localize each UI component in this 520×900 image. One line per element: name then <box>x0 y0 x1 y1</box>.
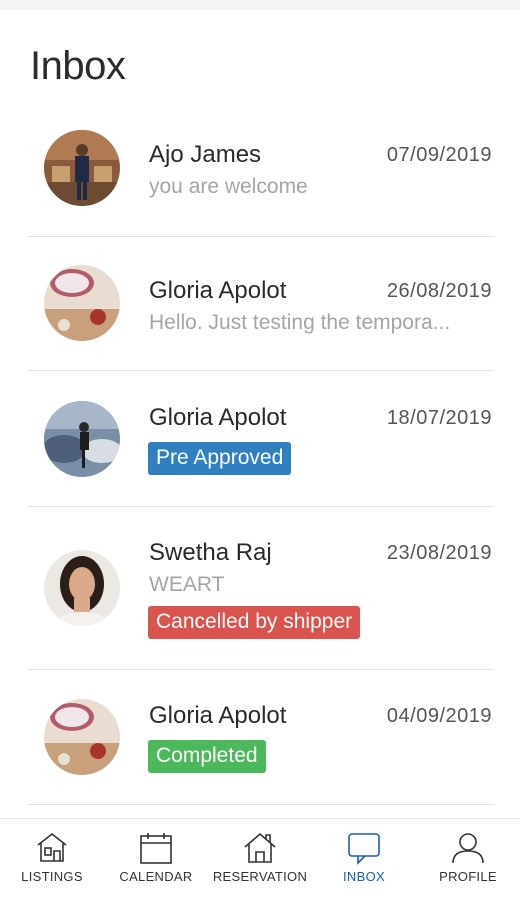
message-date: 18/07/2019 <box>386 407 492 429</box>
reservation-house-icon <box>242 831 278 870</box>
contact-name: Gloria Apolot <box>149 277 287 304</box>
tab-label: PROFILE <box>439 869 497 884</box>
contact-name: Gloria Apolot <box>149 404 287 431</box>
profile-icon <box>450 831 486 870</box>
avatar <box>44 265 120 341</box>
tab-inbox[interactable]: INBOX <box>312 819 416 900</box>
calendar-icon <box>138 831 174 870</box>
avatar <box>44 130 120 206</box>
inbox-list: Ajo James 07/09/2019 you are welcome Glo… <box>28 100 494 805</box>
avatar <box>44 401 120 477</box>
message-preview: you are welcome <box>149 175 308 198</box>
thread-item[interactable]: Gloria Apolot 04/09/2019 Completed <box>28 670 494 805</box>
listings-house-icon <box>34 831 70 868</box>
message-date: 26/08/2019 <box>386 280 492 302</box>
tab-label: RESERVATION <box>212 869 308 884</box>
page-title: Inbox <box>30 44 126 88</box>
message-preview: WEART <box>149 573 225 596</box>
bottom-tab-bar: LISTINGS CALENDAR RESERVATION INBOX PROF… <box>0 818 520 900</box>
tab-profile[interactable]: PROFILE <box>416 819 520 900</box>
avatar <box>44 550 120 626</box>
inbox-chat-icon <box>346 831 382 870</box>
message-preview: Hello. Just testing the tempora... <box>149 311 451 334</box>
tab-label: CALENDAR <box>119 869 193 884</box>
contact-name: Ajo James <box>149 141 262 168</box>
message-date: 04/09/2019 <box>386 705 492 727</box>
status-badge: Completed <box>148 740 266 773</box>
status-badge: Pre Approved <box>148 442 292 475</box>
thread-item[interactable]: Gloria Apolot 26/08/2019 Hello. Just tes… <box>28 237 494 371</box>
status-bar <box>0 0 520 10</box>
tab-reservation[interactable]: RESERVATION <box>208 819 312 900</box>
tab-label: INBOX <box>343 869 385 884</box>
tab-listings[interactable]: LISTINGS <box>0 819 104 900</box>
contact-name: Swetha Raj <box>149 539 272 566</box>
message-date: 07/09/2019 <box>386 144 492 166</box>
thread-item[interactable]: Ajo James 07/09/2019 you are welcome <box>28 100 494 237</box>
avatar <box>44 699 120 775</box>
thread-item[interactable]: Gloria Apolot 18/07/2019 Pre Approved <box>28 371 494 507</box>
tab-label: LISTINGS <box>21 869 83 884</box>
message-date: 23/08/2019 <box>386 542 492 564</box>
tab-calendar[interactable]: CALENDAR <box>104 819 208 900</box>
status-badge: Cancelled by shipper <box>148 606 361 639</box>
contact-name: Gloria Apolot <box>149 702 287 729</box>
thread-item[interactable]: Swetha Raj 23/08/2019 WEART Cancelled by… <box>28 507 494 670</box>
